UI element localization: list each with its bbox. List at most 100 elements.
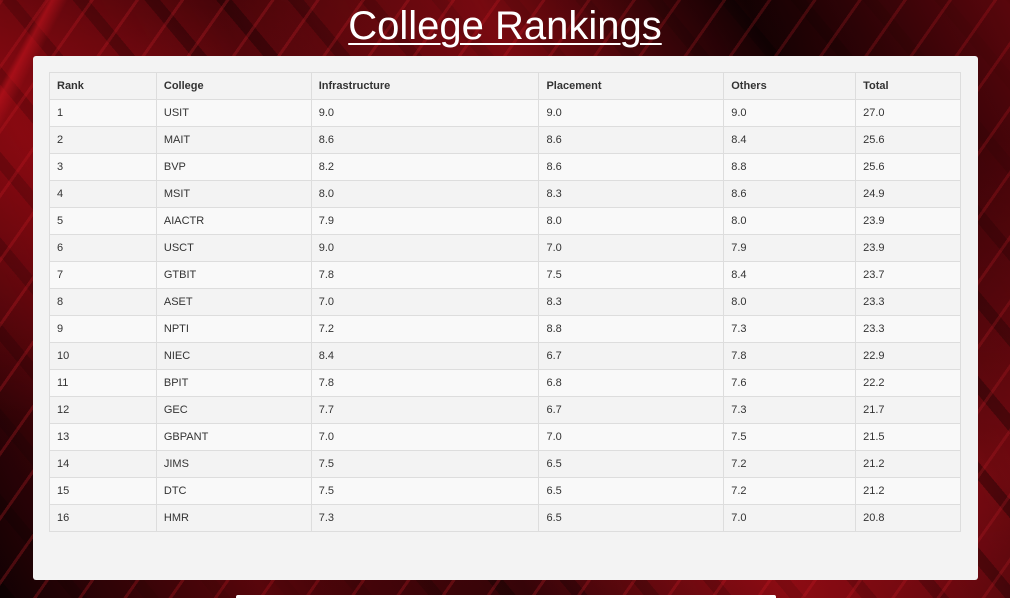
cell-college: GTBIT (155, 261, 312, 289)
cell-placement: 7.0 (538, 423, 725, 451)
cell-infrastructure: 8.4 (310, 342, 540, 370)
cell-rank: 11 (49, 369, 157, 397)
cell-placement: 8.6 (538, 153, 725, 181)
cell-placement: 8.8 (538, 315, 725, 343)
table-row: 5 AIACTR 7.9 8.0 8.0 23.9 (49, 207, 961, 235)
table-header-row: Rank College Infrastructure Placement Others… (49, 72, 961, 100)
table-row: 10 NIEC 8.4 6.7 7.8 22.9 (49, 342, 961, 370)
cell-college: BPIT (155, 369, 312, 397)
column-header-rank: Rank (49, 72, 157, 100)
cell-placement: 6.5 (538, 450, 725, 478)
cell-infrastructure: 7.8 (310, 261, 540, 289)
cell-total: 25.6 (855, 153, 961, 181)
cell-college: MSIT (155, 180, 312, 208)
cell-infrastructure: 7.2 (310, 315, 540, 343)
cell-rank: 8 (49, 288, 157, 316)
cell-total: 23.7 (855, 261, 961, 289)
cell-college: DTC (155, 477, 312, 505)
table-row: 4 MSIT 8.0 8.3 8.6 24.9 (49, 180, 961, 208)
cell-college: ASET (155, 288, 312, 316)
cell-rank: 16 (49, 504, 157, 532)
cell-rank: 14 (49, 450, 157, 478)
cell-total: 23.9 (855, 234, 961, 262)
cell-placement: 6.5 (538, 504, 725, 532)
cell-college: BVP (155, 153, 312, 181)
cell-placement: 8.3 (538, 288, 725, 316)
column-header-infrastructure: Infrastructure (310, 72, 540, 100)
table-row: 1 USIT 9.0 9.0 9.0 27.0 (49, 99, 961, 127)
cell-college: NIEC (155, 342, 312, 370)
cell-total: 24.9 (855, 180, 961, 208)
cell-others: 7.9 (723, 234, 857, 262)
cell-infrastructure: 7.7 (310, 396, 540, 424)
cell-total: 21.7 (855, 396, 961, 424)
cell-placement: 6.7 (538, 342, 725, 370)
rankings-panel: Rank College Infrastructure Placement Others… (33, 56, 978, 580)
cell-placement: 7.0 (538, 234, 725, 262)
table-row: 2 MAIT 8.6 8.6 8.4 25.6 (49, 126, 961, 154)
cell-others: 7.2 (723, 450, 857, 478)
table-row: 14 JIMS 7.5 6.5 7.2 21.2 (49, 450, 961, 478)
cell-rank: 12 (49, 396, 157, 424)
cell-infrastructure: 7.0 (310, 423, 540, 451)
cell-total: 27.0 (855, 99, 961, 127)
cell-rank: 1 (49, 99, 157, 127)
table-row: 12 GEC 7.7 6.7 7.3 21.7 (49, 396, 961, 424)
table-row: 13 GBPANT 7.0 7.0 7.5 21.5 (49, 423, 961, 451)
cell-college: HMR (155, 504, 312, 532)
cell-others: 7.0 (723, 504, 857, 532)
cell-total: 22.2 (855, 369, 961, 397)
cell-rank: 15 (49, 477, 157, 505)
cell-others: 8.0 (723, 207, 857, 235)
cell-others: 7.6 (723, 369, 857, 397)
cell-others: 8.6 (723, 180, 857, 208)
page-title: College Rankings (348, 4, 662, 48)
cell-others: 7.2 (723, 477, 857, 505)
cell-placement: 9.0 (538, 99, 725, 127)
table-row: 8 ASET 7.0 8.3 8.0 23.3 (49, 288, 961, 316)
cell-college: GEC (155, 396, 312, 424)
cell-infrastructure: 7.9 (310, 207, 540, 235)
cell-others: 9.0 (723, 99, 857, 127)
table-row: 7 GTBIT 7.8 7.5 8.4 23.7 (49, 261, 961, 289)
cell-rank: 6 (49, 234, 157, 262)
column-header-total: Total (855, 72, 961, 100)
cell-college: AIACTR (155, 207, 312, 235)
cell-infrastructure: 9.0 (310, 99, 540, 127)
cell-infrastructure: 7.3 (310, 504, 540, 532)
cell-total: 22.9 (855, 342, 961, 370)
cell-others: 7.5 (723, 423, 857, 451)
cell-college: USIT (155, 99, 312, 127)
cell-college: JIMS (155, 450, 312, 478)
rankings-table: Rank College Infrastructure Placement Others… (49, 72, 961, 532)
cell-college: USCT (155, 234, 312, 262)
table-body: 1 USIT 9.0 9.0 9.0 27.0 2 MAIT 8.6 8.6 8.4 25.6 3 BVP… (49, 99, 961, 532)
cell-infrastructure: 7.5 (310, 450, 540, 478)
table-row: 11 BPIT 7.8 6.8 7.6 22.2 (49, 369, 961, 397)
cell-infrastructure: 8.0 (310, 180, 540, 208)
cell-others: 8.8 (723, 153, 857, 181)
cell-infrastructure: 8.2 (310, 153, 540, 181)
cell-total: 21.5 (855, 423, 961, 451)
cell-college: MAIT (155, 126, 312, 154)
cell-total: 23.3 (855, 288, 961, 316)
cell-total: 23.9 (855, 207, 961, 235)
cell-infrastructure: 7.5 (310, 477, 540, 505)
cell-rank: 13 (49, 423, 157, 451)
column-header-placement: Placement (538, 72, 725, 100)
cell-total: 21.2 (855, 450, 961, 478)
table-row: 16 HMR 7.3 6.5 7.0 20.8 (49, 504, 961, 532)
cell-rank: 5 (49, 207, 157, 235)
cell-infrastructure: 7.8 (310, 369, 540, 397)
cell-rank: 3 (49, 153, 157, 181)
cell-rank: 9 (49, 315, 157, 343)
column-header-college: College (155, 72, 312, 100)
column-header-others: Others (723, 72, 857, 100)
cell-college: NPTI (155, 315, 312, 343)
cell-others: 8.0 (723, 288, 857, 316)
cell-total: 21.2 (855, 477, 961, 505)
cell-rank: 7 (49, 261, 157, 289)
cell-infrastructure: 8.6 (310, 126, 540, 154)
cell-others: 7.3 (723, 315, 857, 343)
table-row: 15 DTC 7.5 6.5 7.2 21.2 (49, 477, 961, 505)
